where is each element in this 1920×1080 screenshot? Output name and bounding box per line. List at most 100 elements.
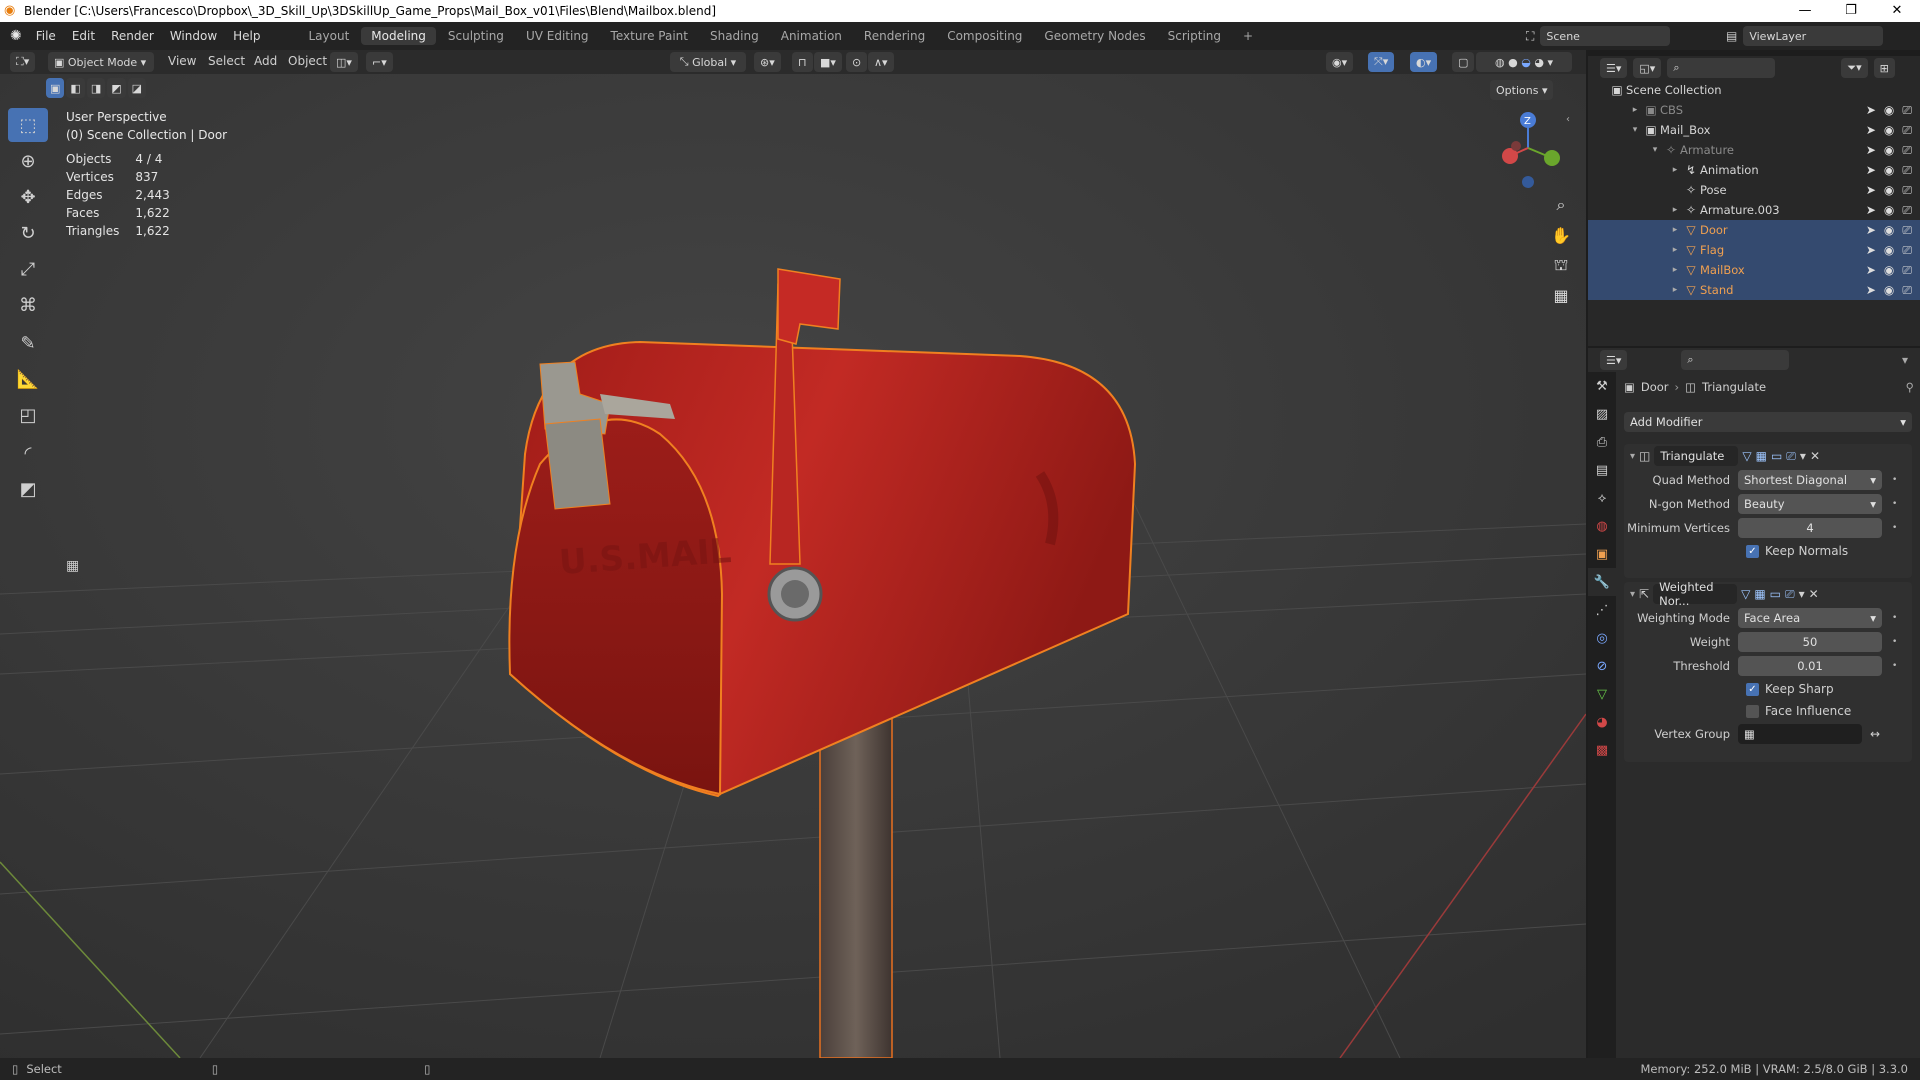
expand-arrow-icon[interactable]: ▸ <box>1668 225 1682 235</box>
workspace-tab-texture-paint[interactable]: Texture Paint <box>601 27 698 45</box>
animate-property-icon[interactable]: • <box>1892 661 1897 671</box>
render-camera-icon[interactable]: ⎚ <box>1902 263 1912 278</box>
remove-modifier-icon[interactable]: ✕ <box>1809 587 1819 601</box>
gizmo-toggle-button[interactable]: ⤧▾ <box>1368 52 1395 72</box>
keep-sharp-checkbox[interactable]: ✓ Keep Sharp <box>1624 678 1912 700</box>
eye-icon[interactable]: ◉ <box>1884 223 1894 238</box>
move-tool-icon[interactable]: ✥ <box>8 180 48 214</box>
scene-name-field[interactable]: Scene <box>1540 26 1671 46</box>
outliner-search-input[interactable]: ⌕ <box>1667 58 1776 78</box>
view-menu[interactable]: View <box>168 54 196 68</box>
checkbox-icon[interactable] <box>1746 704 1759 718</box>
zoom-icon[interactable]: ⌕ <box>1546 190 1576 220</box>
render-display-icon[interactable]: ⎚ <box>1785 587 1795 602</box>
workspace-tab-uv-editing[interactable]: UV Editing <box>516 27 599 45</box>
edit-mode-icon[interactable]: ▽ <box>1741 587 1750 601</box>
add-cube-tool-icon[interactable]: ◰ <box>8 398 48 432</box>
expand-arrow-icon[interactable]: ▸ <box>1668 205 1682 215</box>
snap-target-button[interactable]: ■▾ <box>814 52 842 72</box>
workspace-tab-rendering[interactable]: Rendering <box>854 27 935 45</box>
options-button[interactable]: Options ▾ <box>1490 80 1554 100</box>
select-toggle-icon[interactable]: ➤ <box>1866 123 1876 138</box>
snap-toggle-button[interactable]: ⊓ <box>792 52 813 72</box>
material-preview-icon[interactable]: ◒ <box>1521 56 1531 69</box>
workspace-tab-animation[interactable]: Animation <box>771 27 852 45</box>
select-toggle-icon[interactable]: ➤ <box>1866 263 1876 278</box>
workspace-tab-scripting[interactable]: Scripting <box>1158 27 1231 45</box>
world-tab-icon[interactable]: ◍ <box>1588 512 1616 540</box>
rotate-tool-icon[interactable]: ↻ <box>8 216 48 250</box>
expand-arrow-icon[interactable]: ▸ <box>1628 105 1642 115</box>
proportional-edit-button[interactable]: ⊙ <box>846 52 868 72</box>
outliner-item-pose[interactable]: ✧ Pose ➤ ◉ ⎚ <box>1588 180 1920 200</box>
grid-icon[interactable]: ▦ <box>1546 280 1576 310</box>
animate-property-icon[interactable]: • <box>1892 637 1897 647</box>
render-camera-icon[interactable]: ⎚ <box>1902 283 1912 298</box>
material-tab-icon[interactable]: ◕ <box>1588 708 1616 736</box>
physics-tab-icon[interactable]: ◎ <box>1588 624 1616 652</box>
menu-window[interactable]: Window <box>162 29 225 43</box>
select-toggle-icon[interactable]: ➤ <box>1866 163 1876 178</box>
eye-icon[interactable]: ◉ <box>1884 203 1894 218</box>
expand-arrow-icon[interactable]: ▾ <box>1628 125 1642 135</box>
remove-modifier-icon[interactable]: ✕ <box>1810 449 1820 463</box>
pin-icon[interactable]: ⚲ <box>1906 380 1914 394</box>
outliner-item-armature-003[interactable]: ▸ ✧ Armature.003 ➤ ◉ ⎚ <box>1588 200 1920 220</box>
overlay-toggle-button[interactable]: ◐▾ <box>1410 52 1438 72</box>
outliner-item-cbs[interactable]: ▸ ▣ CBS ➤ ◉ ⎚ <box>1588 100 1920 120</box>
curve-tool-icon[interactable]: ◜ <box>8 436 48 470</box>
render-camera-icon[interactable]: ⎚ <box>1902 123 1912 138</box>
render-camera-icon[interactable]: ⎚ <box>1902 103 1912 118</box>
chevron-down-icon[interactable]: ▾ <box>1902 353 1908 367</box>
annotate-tool-icon[interactable]: ✎ <box>8 326 48 360</box>
object-tab-icon[interactable]: ▣ <box>1588 540 1616 568</box>
workspace-tab-shading[interactable]: Shading <box>700 27 769 45</box>
animate-property-icon[interactable]: • <box>1892 523 1897 533</box>
workspace-tab-compositing[interactable]: Compositing <box>937 27 1032 45</box>
collapse-icon[interactable]: ▾ <box>1630 589 1635 600</box>
close-window-button[interactable]: ✕ <box>1874 0 1920 22</box>
filter-button[interactable]: ⏷▾ <box>1841 58 1868 78</box>
scene-tab-icon[interactable]: ⟡ <box>1588 484 1616 512</box>
expand-arrow-icon[interactable]: ▾ <box>1648 145 1662 155</box>
transform-tool-icon[interactable]: ⌘ <box>8 288 48 322</box>
select-box-tool-icon[interactable]: ⬚ <box>8 108 48 142</box>
wireframe-icon[interactable]: ◍ <box>1495 56 1505 69</box>
keep-normals-checkbox[interactable]: ✓ Keep Normals <box>1624 540 1912 562</box>
select-toggle-icon[interactable]: ➤ <box>1866 143 1876 158</box>
cage-icon[interactable]: ▦ <box>1754 587 1765 601</box>
render-camera-icon[interactable]: ⎚ <box>1902 163 1912 178</box>
outliner-item-stand[interactable]: ▸ ▽ Stand ➤ ◉ ⎚ <box>1588 280 1920 300</box>
select-menu[interactable]: Select <box>208 54 245 68</box>
outliner-item-door[interactable]: ▸ ▽ Door ➤ ◉ ⎚ <box>1588 220 1920 240</box>
select-toggle-icon[interactable]: ➤ <box>1866 283 1876 298</box>
scale-tool-icon[interactable]: ⤢ <box>8 252 48 286</box>
minimum-vertices-field[interactable]: 4 <box>1738 518 1882 538</box>
blender-menu-icon[interactable]: ✺ <box>10 28 22 44</box>
texture-tab-icon[interactable]: ▩ <box>1588 736 1616 764</box>
invert-icon[interactable]: ↔ <box>1870 727 1880 741</box>
expand-arrow-icon[interactable]: ▸ <box>1668 265 1682 275</box>
pivot-point-button[interactable]: ⊛▾ <box>754 52 781 72</box>
select-intersect-icon[interactable]: ◪ <box>127 78 147 98</box>
output-tab-icon[interactable]: ⎙ <box>1588 428 1616 456</box>
maximize-button[interactable]: ❐ <box>1828 0 1874 22</box>
quad-method-dropdown[interactable]: Shortest Diagonal ▾ <box>1738 470 1882 490</box>
properties-search-input[interactable]: ⌕ <box>1681 350 1790 370</box>
expand-arrow-icon[interactable]: ▸ <box>1668 165 1682 175</box>
face-influence-checkbox[interactable]: Face Influence <box>1624 700 1912 722</box>
outliner-item-mail-box[interactable]: ▾ ▣ Mail_Box ➤ ◉ ⎚ <box>1588 120 1920 140</box>
eye-icon[interactable]: ◉ <box>1884 243 1894 258</box>
select-toggle-icon[interactable]: ➤ <box>1866 223 1876 238</box>
animate-property-icon[interactable]: • <box>1892 613 1897 623</box>
outliner-item-mailbox[interactable]: ▸ ▽ MailBox ➤ ◉ ⎚ <box>1588 260 1920 280</box>
eye-icon[interactable]: ◉ <box>1884 103 1894 118</box>
chevron-down-icon[interactable]: ▾ <box>1799 587 1805 601</box>
checkbox-icon[interactable]: ✓ <box>1746 544 1759 558</box>
solid-icon[interactable]: ● <box>1508 56 1518 69</box>
select-toggle-icon[interactable]: ➤ <box>1866 203 1876 218</box>
animate-property-icon[interactable]: • <box>1892 499 1897 509</box>
triangulate-name-field[interactable]: Triangulate <box>1654 446 1739 466</box>
weighted-normal-name-field[interactable]: Weighted Nor... <box>1653 580 1738 608</box>
add-menu[interactable]: Add <box>254 54 277 68</box>
